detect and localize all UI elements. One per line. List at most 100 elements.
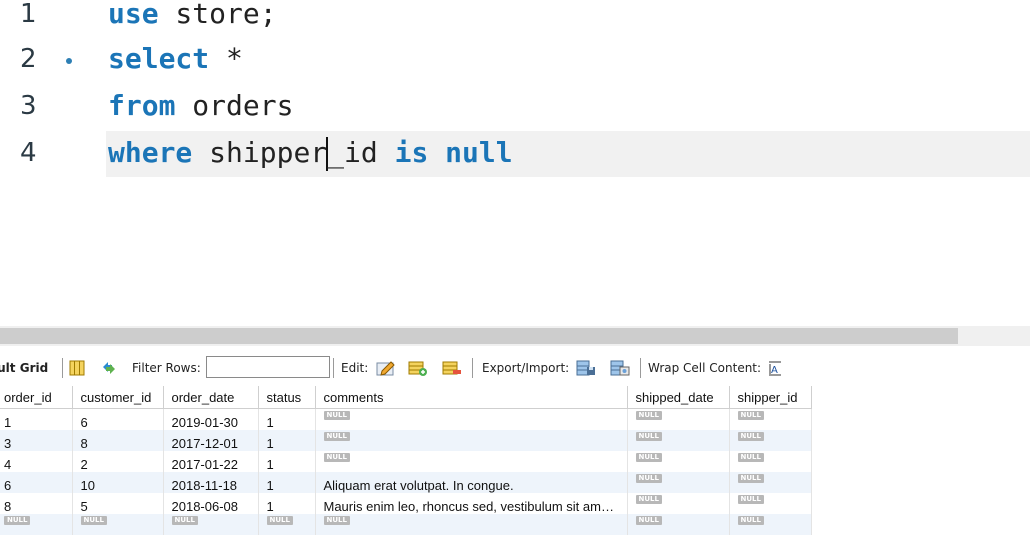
cell-order-date[interactable]: 2018-06-08 [163, 493, 259, 514]
cell-shipper-id[interactable]: NULL [729, 430, 812, 451]
code-text[interactable]: select * [108, 36, 243, 82]
edit-label: Edit: [341, 361, 369, 375]
cell-shipper-id[interactable]: NULL [729, 408, 812, 430]
line-number: 4 [20, 138, 37, 168]
cell-shipper-id[interactable]: NULL [729, 451, 812, 472]
cell-shipped-date[interactable]: NULL [627, 493, 730, 514]
filter-rows-label: Filter Rows: [132, 361, 201, 375]
cell-shipper-id[interactable]: NULL [729, 493, 812, 514]
column-header-order-id[interactable]: order_id [0, 386, 73, 409]
sql-token: * [209, 42, 243, 75]
add-row-icon[interactable] [408, 359, 427, 377]
cell-order-date[interactable]: 2019-01-30 [163, 408, 259, 430]
editor-line-3[interactable]: 3 from orders [0, 83, 1030, 129]
result-toolbar: sult Grid Filter Rows: Edit: Export/Impo… [0, 350, 1030, 386]
cell-comments[interactable]: NULL [315, 514, 628, 535]
sql-keyword: from [108, 89, 176, 122]
null-badge: NULL [323, 432, 350, 441]
editor-line-2[interactable]: 2 select * [0, 36, 1030, 82]
cell-status[interactable]: NULL [258, 514, 316, 535]
cell-comments[interactable]: NULL [315, 430, 628, 451]
cell-customer-id[interactable]: 8 [72, 430, 164, 451]
null-badge: NULL [737, 432, 764, 441]
table-row[interactable]: 1 6 2019-01-30 1 NULL NULL NULL [0, 408, 812, 430]
filter-rows-input[interactable] [206, 356, 330, 378]
cell-comments[interactable]: NULL [315, 408, 628, 430]
cell-order-date[interactable]: 2017-12-01 [163, 430, 259, 451]
cell-shipper-id[interactable]: NULL [729, 472, 812, 493]
cell-shipped-date[interactable]: NULL [627, 430, 730, 451]
code-text[interactable]: from orders [108, 83, 293, 129]
toolbar-separator [333, 358, 334, 378]
line-number: 1 [20, 0, 37, 29]
sql-editor[interactable]: 1 use store; 2 select * 3 from orders 4 where s… [0, 0, 1030, 200]
table-row[interactable]: NULL NULL NULL NULL NULL NULL NULL [0, 514, 812, 535]
cell-order-date[interactable]: 2017-01-22 [163, 451, 259, 472]
column-header-shipper-id[interactable]: shipper_id [729, 386, 812, 409]
null-badge: NULL [635, 411, 662, 420]
column-header-status[interactable]: status [258, 386, 316, 409]
cell-shipped-date[interactable]: NULL [627, 408, 730, 430]
column-header-customer-id[interactable]: customer_id [72, 386, 164, 409]
export-icon[interactable] [576, 359, 595, 377]
column-header-order-date[interactable]: order_date [163, 386, 259, 409]
cell-customer-id[interactable]: NULL [72, 514, 164, 535]
cell-status[interactable]: 1 [258, 408, 316, 430]
cell-order-id[interactable]: NULL [0, 514, 73, 535]
cell-order-id[interactable]: 8 [0, 493, 73, 514]
sql-token: orders [175, 89, 294, 122]
code-text[interactable]: where shipper_id is null [108, 130, 513, 176]
column-header-comments[interactable]: comments [315, 386, 628, 409]
toolbar-separator [472, 358, 473, 378]
table-row[interactable]: 3 8 2017-12-01 1 NULL NULL NULL [0, 430, 812, 451]
cell-comments[interactable]: Aliquam erat volutpat. In congue. [315, 472, 628, 493]
cell-order-id[interactable]: 3 [0, 430, 73, 451]
result-grid-tab-label[interactable]: sult Grid [0, 359, 48, 377]
svg-text:A: A [771, 365, 778, 376]
null-badge: NULL [323, 516, 350, 525]
cell-order-date[interactable]: 2018-11-18 [163, 472, 259, 493]
editor-line-1[interactable]: 1 use store; [0, 0, 1030, 37]
code-text[interactable]: use store; [108, 0, 277, 37]
import-icon[interactable] [610, 359, 630, 377]
cell-order-id[interactable]: 1 [0, 408, 73, 430]
cell-shipped-date[interactable]: NULL [627, 514, 730, 535]
null-badge: NULL [635, 495, 662, 504]
edit-pencil-icon[interactable] [376, 359, 395, 377]
cell-status[interactable]: 1 [258, 493, 316, 514]
null-badge: NULL [635, 516, 662, 525]
cell-status[interactable]: 1 [258, 430, 316, 451]
grid-layout-icon[interactable] [68, 359, 86, 377]
editor-line-4[interactable]: 4 where shipper_id is null [0, 130, 1030, 177]
delete-row-icon[interactable] [442, 359, 461, 377]
null-badge: NULL [80, 516, 107, 525]
wrap-text-icon[interactable]: A [766, 359, 784, 377]
null-badge: NULL [635, 432, 662, 441]
column-header-shipped-date[interactable]: shipped_date [627, 386, 730, 409]
refresh-icon[interactable] [100, 359, 118, 377]
result-grid[interactable]: order_id customer_id order_date status comme… [0, 386, 1030, 535]
grid-header-row: order_id customer_id order_date status comme… [0, 386, 812, 409]
cell-comments[interactable]: Mauris enim leo, rhoncus sed, vestibulum… [315, 493, 628, 514]
cell-shipped-date[interactable]: NULL [627, 451, 730, 472]
table-row[interactable]: 6 10 2018-11-18 1 Aliquam erat volutpat. In … [0, 472, 812, 493]
cell-order-id[interactable]: 6 [0, 472, 73, 493]
cell-order-date[interactable]: NULL [163, 514, 259, 535]
table-row[interactable]: 4 2 2017-01-22 1 NULL NULL NULL [0, 451, 812, 472]
cell-shipped-date[interactable]: NULL [627, 472, 730, 493]
editor-horizontal-scrollbar[interactable] [0, 326, 1030, 346]
statement-marker-icon[interactable] [66, 58, 72, 64]
table-row[interactable]: 8 5 2018-06-08 1 Mauris enim leo, rhoncus se… [0, 493, 812, 514]
cell-customer-id[interactable]: 6 [72, 408, 164, 430]
cell-comments[interactable]: NULL [315, 451, 628, 472]
cell-customer-id[interactable]: 10 [72, 472, 164, 493]
cell-order-id[interactable]: 4 [0, 451, 73, 472]
cell-customer-id[interactable]: 5 [72, 493, 164, 514]
sql-keyword: select [108, 42, 210, 75]
cell-status[interactable]: 1 [258, 472, 316, 493]
sql-keyword: use [108, 0, 159, 30]
cell-status[interactable]: 1 [258, 451, 316, 472]
scrollbar-thumb[interactable] [0, 328, 958, 344]
cell-customer-id[interactable]: 2 [72, 451, 164, 472]
cell-shipper-id[interactable]: NULL [729, 514, 812, 535]
